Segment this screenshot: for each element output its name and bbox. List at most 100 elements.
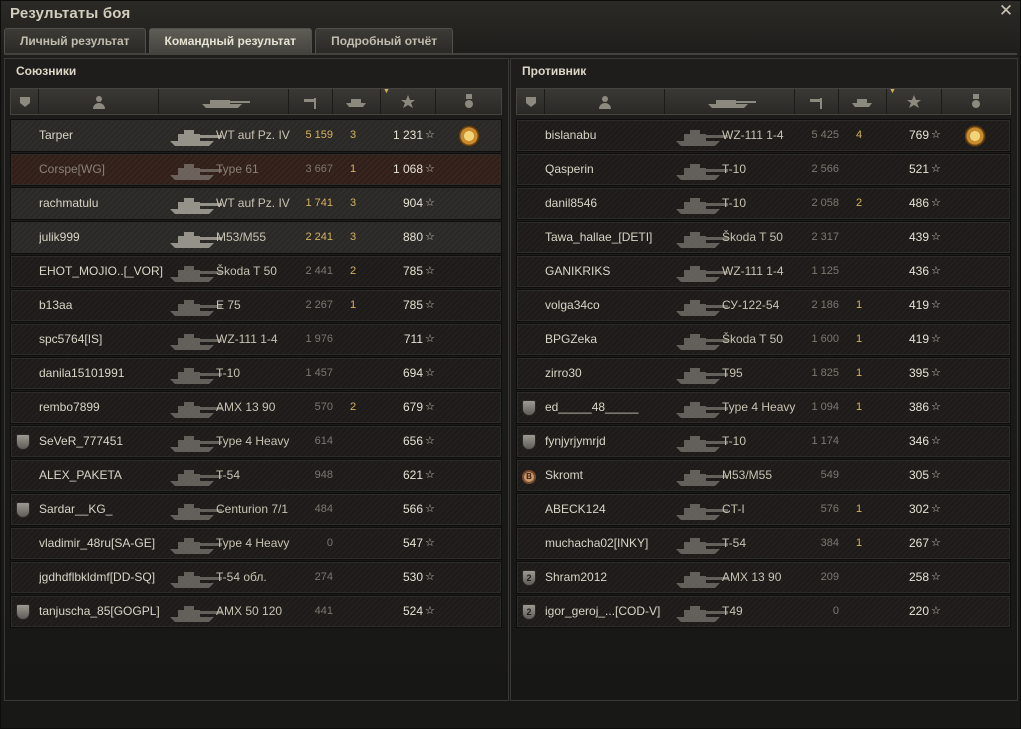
player-row[interactable]: bislanabu WZ-111 1-4 5 425 4 769 ☆ bbox=[516, 119, 1011, 152]
rank-badge-icon bbox=[16, 434, 30, 450]
close-icon[interactable]: ✕ bbox=[998, 2, 1014, 19]
player-name[interactable]: fynjyrjymrjd bbox=[545, 426, 670, 457]
player-row[interactable]: rembo7899 AMX 13 90 570 2 679 ☆ bbox=[10, 391, 502, 424]
damage-column-header[interactable] bbox=[795, 89, 839, 114]
player-row[interactable]: Sardar__KG_ Centurion 7/1 484 566 ☆ bbox=[10, 493, 502, 526]
badge-cell bbox=[522, 528, 540, 559]
tab-team-result[interactable]: Командный результат bbox=[148, 28, 313, 53]
player-row[interactable]: Corspe[WG] Type 61 3 667 1 1 068 ☆ bbox=[10, 153, 502, 186]
player-name[interactable]: ABECK124 bbox=[545, 494, 670, 525]
medal-column-header[interactable] bbox=[942, 89, 1010, 114]
xp-column-header[interactable]: ▼ bbox=[381, 88, 436, 114]
badge-cell bbox=[522, 290, 540, 321]
player-name[interactable]: Qasperin bbox=[545, 154, 670, 185]
player-row[interactable]: jgdhdflbkldmf[DD-SQ] T-54 обл. 274 530 ☆ bbox=[10, 561, 502, 594]
rank-column-header[interactable] bbox=[11, 89, 39, 114]
player-row[interactable]: BPGZeka Škoda T 50 1 600 1 419 ☆ bbox=[516, 323, 1011, 356]
damage-value: 614 bbox=[314, 435, 333, 447]
damage-column-header[interactable] bbox=[289, 89, 333, 114]
player-name[interactable]: b13aa bbox=[39, 290, 164, 321]
player-name[interactable]: Skromt bbox=[545, 460, 670, 491]
player-row[interactable]: ALEX_PAKETA T-54 948 621 ☆ bbox=[10, 459, 502, 492]
tank-name: T-10 bbox=[216, 366, 241, 380]
player-name[interactable]: ed_____48_____ bbox=[545, 392, 670, 423]
player-name[interactable]: ALEX_PAKETA bbox=[39, 460, 164, 491]
badge-cell bbox=[522, 120, 540, 151]
player-row[interactable]: B Skromt M53/M55 549 305 ☆ bbox=[516, 459, 1011, 492]
player-name[interactable]: Sardar__KG_ bbox=[39, 494, 164, 525]
player-name[interactable]: Corspe[WG] bbox=[39, 154, 164, 185]
rank-2-badge-icon: 2 bbox=[522, 604, 536, 620]
player-name[interactable]: BPGZeka bbox=[545, 324, 670, 355]
player-row[interactable]: volga34co СУ-122-54 2 186 1 419 ☆ bbox=[516, 289, 1011, 322]
enemies-header: ▼ bbox=[516, 88, 1011, 115]
player-row[interactable]: danila15101991 T-10 1 457 694 ☆ bbox=[10, 357, 502, 390]
player-row[interactable]: EHOT_MOJIO..[_VOR] Škoda T 50 2 441 2 785 ☆ bbox=[10, 255, 502, 288]
player-name[interactable]: muchacha02[INKY] bbox=[545, 528, 670, 559]
player-name[interactable]: rachmatulu bbox=[39, 188, 164, 219]
player-column-header[interactable] bbox=[39, 89, 159, 114]
player-row[interactable]: rachmatulu WT auf Pz. IV 1 741 3 904 ☆ bbox=[10, 187, 502, 220]
player-name[interactable]: GANIKRIKS bbox=[545, 256, 670, 287]
tank-name: M53/M55 bbox=[722, 468, 773, 482]
medal-cell bbox=[459, 324, 481, 355]
medal-icon[interactable] bbox=[459, 126, 479, 146]
player-row[interactable]: danil8546 T-10 2 058 2 486 ☆ bbox=[516, 187, 1011, 220]
player-name[interactable]: bislanabu bbox=[545, 120, 670, 151]
damage-value: 2 186 bbox=[811, 299, 839, 311]
player-row[interactable]: julik999 M53/M55 2 241 3 880 ☆ bbox=[10, 221, 502, 254]
player-name[interactable]: Shram2012 bbox=[545, 562, 670, 593]
kills-value bbox=[341, 528, 365, 559]
player-row[interactable]: GANIKRIKS WZ-111 1-4 1 125 436 ☆ bbox=[516, 255, 1011, 288]
player-row[interactable]: Tarper WT auf Pz. IV 5 159 3 1 231 ☆ bbox=[10, 119, 502, 152]
player-name[interactable]: julik999 bbox=[39, 222, 164, 253]
player-row[interactable]: ABECK124 CT-I 576 1 302 ☆ bbox=[516, 493, 1011, 526]
tab-personal-result[interactable]: Личный результат bbox=[4, 28, 146, 53]
player-name[interactable]: igor_geroj_...[COD-V] bbox=[545, 596, 670, 627]
player-row[interactable]: b13aa E 75 2 267 1 785 ☆ bbox=[10, 289, 502, 322]
player-name[interactable]: vladimir_48ru[SA-GE] bbox=[39, 528, 164, 559]
player-row[interactable]: vladimir_48ru[SA-GE] Type 4 Heavy 0 547 ☆ bbox=[10, 527, 502, 560]
player-row[interactable]: 2 igor_geroj_...[COD-V] T49 0 220 ☆ bbox=[516, 595, 1011, 628]
medal-cell bbox=[965, 562, 987, 593]
player-name[interactable]: volga34co bbox=[545, 290, 670, 321]
player-name[interactable]: rembo7899 bbox=[39, 392, 164, 423]
player-row[interactable]: Tawa_hallae_[DETI] Škoda T 50 2 317 439 ☆ bbox=[516, 221, 1011, 254]
player-name[interactable]: danila15101991 bbox=[39, 358, 164, 389]
xp-column-header[interactable]: ▼ bbox=[887, 88, 942, 114]
rank-column-header[interactable] bbox=[517, 89, 545, 114]
tank-column-header[interactable] bbox=[159, 89, 289, 114]
player-name[interactable]: danil8546 bbox=[545, 188, 670, 219]
player-name[interactable]: jgdhdflbkldmf[DD-SQ] bbox=[39, 562, 164, 593]
medal-column-header[interactable] bbox=[436, 89, 501, 114]
kills-column-header[interactable] bbox=[333, 89, 381, 114]
kills-column-header[interactable] bbox=[839, 89, 887, 114]
badge-cell bbox=[16, 562, 34, 593]
kills-value bbox=[341, 426, 365, 457]
player-row[interactable]: SeVeR_777451 Type 4 Heavy 614 656 ☆ bbox=[10, 425, 502, 458]
player-column-header[interactable] bbox=[545, 89, 665, 114]
player-name[interactable]: spc5764[IS] bbox=[39, 324, 164, 355]
player-row[interactable]: Qasperin T-10 2 566 521 ☆ bbox=[516, 153, 1011, 186]
player-row[interactable]: tanjuscha_85[GOGPL] AMX 50 120 441 524 ☆ bbox=[10, 595, 502, 628]
player-row[interactable]: zirro30 T95 1 825 1 395 ☆ bbox=[516, 357, 1011, 390]
star-icon: ☆ bbox=[931, 503, 941, 515]
player-row[interactable]: muchacha02[INKY] T-54 384 1 267 ☆ bbox=[516, 527, 1011, 560]
player-name[interactable]: SeVeR_777451 bbox=[39, 426, 164, 457]
player-row[interactable]: spc5764[IS] WZ-111 1-4 1 976 711 ☆ bbox=[10, 323, 502, 356]
player-name[interactable]: EHOT_MOJIO..[_VOR] bbox=[39, 256, 164, 287]
badge-cell: B bbox=[522, 460, 540, 491]
player-row[interactable]: 2 Shram2012 AMX 13 90 209 258 ☆ bbox=[516, 561, 1011, 594]
medal-icon[interactable] bbox=[965, 126, 985, 146]
player-name[interactable]: Tawa_hallae_[DETI] bbox=[545, 222, 670, 253]
player-name[interactable]: Tarper bbox=[39, 120, 164, 151]
tab-detailed-report[interactable]: Подробный отчёт bbox=[315, 28, 454, 53]
player-row[interactable]: fynjyrjymrjd T-10 1 174 346 ☆ bbox=[516, 425, 1011, 458]
kills-value bbox=[341, 494, 365, 525]
tank-column-header[interactable] bbox=[665, 89, 795, 114]
tank-icon bbox=[707, 99, 756, 108]
player-row[interactable]: ed_____48_____ Type 4 Heavy 1 094 1 386 ☆ bbox=[516, 391, 1011, 424]
player-name[interactable]: tanjuscha_85[GOGPL] bbox=[39, 596, 164, 627]
player-name[interactable]: zirro30 bbox=[545, 358, 670, 389]
tank-name: Type 4 Heavy bbox=[722, 400, 796, 414]
